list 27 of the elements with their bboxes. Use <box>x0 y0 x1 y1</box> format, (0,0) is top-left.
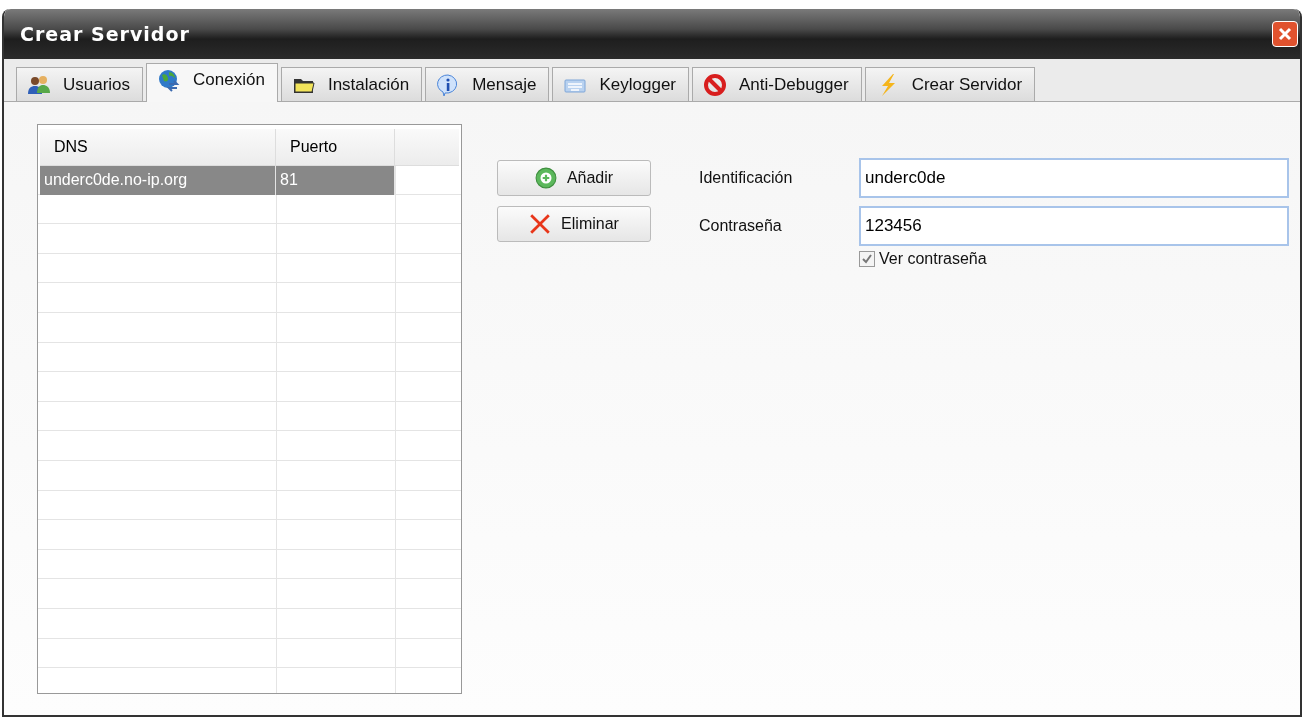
tab[interactable]: Keylogger <box>552 67 690 101</box>
tab[interactable]: Crear Servidor <box>864 67 1036 101</box>
tab[interactable]: Usuarios <box>16 67 144 101</box>
tab[interactable]: Anti-Debugger <box>692 67 862 101</box>
input-field[interactable]: underc0de <box>859 158 1289 198</box>
input-field[interactable]: 123456 <box>859 206 1289 246</box>
table-cell[interactable]: underc0de.no-ip.org <box>40 166 276 195</box>
tab[interactable]: Instalación <box>280 67 423 101</box>
column-header[interactable]: DNS <box>40 129 276 165</box>
window-title: Crear Servidor <box>20 23 190 45</box>
add-button[interactable]: Añadir <box>497 160 651 196</box>
table-cell[interactable]: 81 <box>276 166 395 195</box>
field-label: Identificación <box>699 169 794 187</box>
field-label: Contraseña <box>699 217 783 235</box>
show-password-checkbox[interactable]: Ver contraseña <box>859 250 1289 268</box>
checkbox[interactable] <box>859 251 875 267</box>
cross-icon <box>529 213 552 235</box>
close-button[interactable] <box>1272 21 1298 47</box>
plus-icon <box>534 167 557 189</box>
tab[interactable]: Conexión <box>146 63 278 102</box>
remove-button[interactable]: Eliminar <box>497 206 651 242</box>
prohibited-icon <box>703 72 728 97</box>
close-icon <box>1277 26 1293 42</box>
tab[interactable]: Mensaje <box>425 67 550 101</box>
column-header[interactable]: Puerto <box>276 129 395 165</box>
globe-icon <box>157 68 182 92</box>
checkmark-icon <box>861 253 873 265</box>
